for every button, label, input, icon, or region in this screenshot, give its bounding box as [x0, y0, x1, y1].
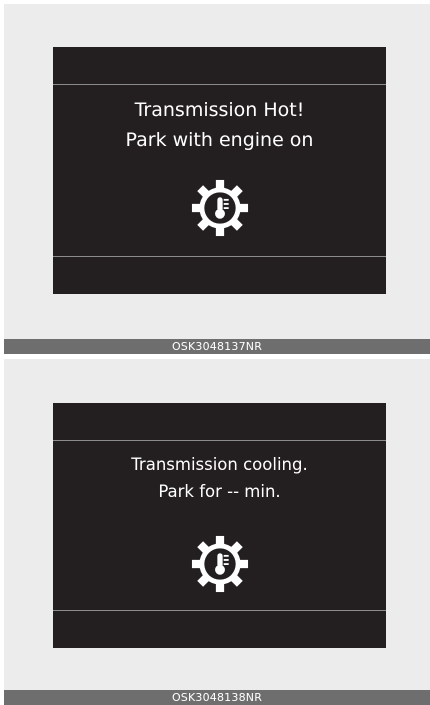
cluster-display-2: Transmission cooling. Park for -- min. [53, 403, 386, 648]
info-message: Transmission cooling. Park for -- min. [53, 451, 386, 505]
divider-bottom [53, 256, 386, 257]
message-line-1: Transmission Hot! [134, 99, 305, 121]
warning-message: Transmission Hot! Park with engine on [53, 95, 386, 155]
figure-caption: OSK3048138NR [4, 690, 430, 705]
message-line-2: Park with engine on [125, 129, 314, 151]
transmission-temperature-icon [191, 179, 248, 237]
divider-top [53, 84, 386, 85]
divider-top [53, 440, 386, 441]
divider-bottom [53, 610, 386, 611]
figure-caption: OSK3048137NR [4, 339, 430, 354]
figure-panel-2: Transmission cooling. Park for -- min. O… [4, 359, 430, 705]
figure-panel-1: Transmission Hot! Park with engine on OS… [4, 4, 430, 354]
message-line-2: Park for -- min. [158, 482, 281, 501]
transmission-temperature-icon [191, 535, 248, 593]
cluster-display-1: Transmission Hot! Park with engine on [53, 47, 386, 294]
message-line-1: Transmission cooling. [131, 455, 308, 474]
